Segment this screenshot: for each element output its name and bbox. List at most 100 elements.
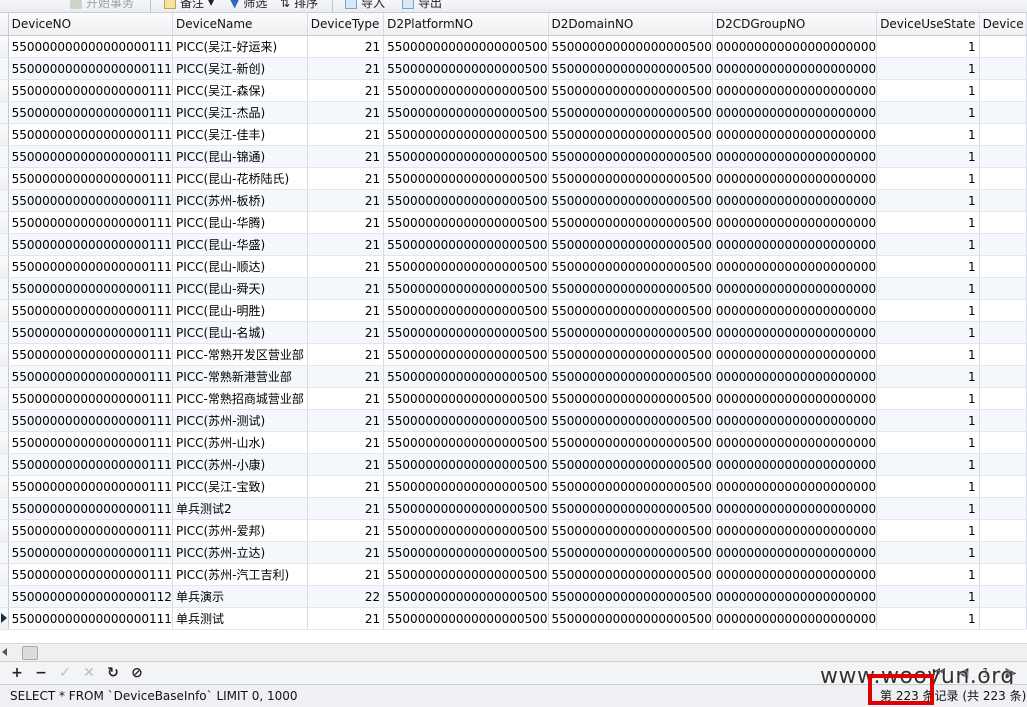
- table-row[interactable]: 550000000000000000111 PICC(昆山-华腾) 21 550000…: [0, 211, 1027, 234]
- table-cell[interactable]: 000000000000000000000: [712, 79, 878, 102]
- table-cell[interactable]: [979, 123, 1027, 146]
- table-row[interactable]: 550000000000000000111 PICC(苏州-测试) 21 550000…: [0, 409, 1027, 432]
- row-header[interactable]: [0, 211, 9, 234]
- data-grid[interactable]: DeviceNO DeviceName DeviceType D2Platfor…: [0, 13, 1027, 643]
- table-row[interactable]: 550000000000000000111 单兵测试2 21 550000000000…: [0, 497, 1027, 520]
- table-cell[interactable]: 550000000000000000500: [383, 321, 549, 344]
- table-cell[interactable]: PICC(吴江-佳丰): [172, 123, 308, 146]
- table-cell[interactable]: 550000000000000000111: [8, 189, 173, 212]
- table-cell[interactable]: 550000000000000000500: [383, 123, 549, 146]
- table-cell[interactable]: 550000000000000000500: [383, 497, 549, 520]
- table-cell[interactable]: 550000000000000000111: [8, 167, 173, 190]
- table-cell[interactable]: 550000000000000000500: [548, 563, 713, 586]
- table-cell[interactable]: PICC(昆山-明胜): [172, 299, 308, 322]
- scroll-left-icon[interactable]: [2, 648, 7, 656]
- table-cell[interactable]: [979, 233, 1027, 256]
- table-cell[interactable]: 550000000000000000500: [548, 607, 713, 630]
- table-cell[interactable]: [979, 519, 1027, 542]
- table-row[interactable]: 550000000000000000111 PICC(吴江-宝致) 21 550000…: [0, 475, 1027, 498]
- table-cell[interactable]: 1: [876, 255, 980, 278]
- table-cell[interactable]: PICC(苏州-山水): [172, 431, 308, 454]
- table-cell[interactable]: PICC(苏州-汽工吉利): [172, 563, 308, 586]
- table-row[interactable]: 550000000000000000111 PICC(吴江-杰品) 21 550000…: [0, 101, 1027, 124]
- table-cell[interactable]: 550000000000000000500: [548, 409, 713, 432]
- column-header[interactable]: DeviceType: [307, 13, 385, 36]
- row-header[interactable]: [0, 299, 9, 322]
- table-cell[interactable]: 1: [876, 409, 980, 432]
- table-cell[interactable]: 550000000000000000500: [383, 211, 549, 234]
- table-cell[interactable]: 550000000000000000500: [383, 343, 549, 366]
- table-cell[interactable]: 550000000000000000111: [8, 475, 173, 498]
- delete-record-button[interactable]: −: [32, 664, 50, 682]
- table-cell[interactable]: 550000000000000000111: [8, 387, 173, 410]
- table-cell[interactable]: 000000000000000000000: [712, 387, 878, 410]
- table-cell[interactable]: 550000000000000000500: [548, 277, 713, 300]
- table-cell[interactable]: 单兵测试2: [172, 497, 308, 520]
- table-cell[interactable]: 550000000000000000500: [548, 299, 713, 322]
- table-cell[interactable]: 000000000000000000000: [712, 453, 878, 476]
- table-cell[interactable]: 21: [307, 497, 385, 520]
- table-cell[interactable]: 550000000000000000111: [8, 101, 173, 124]
- table-cell[interactable]: 550000000000000000500: [383, 409, 549, 432]
- table-cell[interactable]: 1: [876, 35, 980, 58]
- column-header[interactable]: DeviceName: [172, 13, 308, 36]
- row-header[interactable]: [0, 101, 9, 124]
- table-cell[interactable]: 550000000000000000500: [548, 321, 713, 344]
- table-cell[interactable]: 000000000000000000000: [712, 35, 878, 58]
- table-cell[interactable]: 550000000000000000111: [8, 211, 173, 234]
- table-cell[interactable]: [979, 167, 1027, 190]
- table-cell[interactable]: 550000000000000000500: [383, 453, 549, 476]
- table-cell[interactable]: 550000000000000000500: [548, 519, 713, 542]
- table-cell[interactable]: 550000000000000000500: [548, 475, 713, 498]
- table-cell[interactable]: 550000000000000000500: [383, 233, 549, 256]
- column-header[interactable]: DeviceUseState: [876, 13, 980, 36]
- table-cell[interactable]: 22: [307, 585, 385, 608]
- table-row[interactable]: 550000000000000000111 PICC(昆山-顺达) 21 550000…: [0, 255, 1027, 278]
- table-cell[interactable]: 550000000000000000111: [8, 409, 173, 432]
- table-cell[interactable]: 21: [307, 255, 385, 278]
- table-cell[interactable]: 000000000000000000000: [712, 57, 878, 80]
- table-cell[interactable]: [979, 321, 1027, 344]
- row-header[interactable]: [0, 519, 9, 542]
- table-cell[interactable]: PICC(苏州-测试): [172, 409, 308, 432]
- table-cell[interactable]: 000000000000000000000: [712, 585, 878, 608]
- table-cell[interactable]: 550000000000000000500: [383, 563, 549, 586]
- table-cell[interactable]: 21: [307, 365, 385, 388]
- table-cell[interactable]: 550000000000000000500: [383, 35, 549, 58]
- table-cell[interactable]: 21: [307, 277, 385, 300]
- table-cell[interactable]: 550000000000000000500: [548, 189, 713, 212]
- table-cell[interactable]: [979, 343, 1027, 366]
- table-cell[interactable]: 550000000000000000111: [8, 233, 173, 256]
- table-cell[interactable]: 21: [307, 123, 385, 146]
- table-cell[interactable]: 550000000000000000500: [548, 541, 713, 564]
- apply-changes-button[interactable]: ✓: [56, 664, 74, 682]
- table-cell[interactable]: 550000000000000000500: [548, 211, 713, 234]
- table-row[interactable]: 550000000000000000111 PICC(苏州-汽工吉利) 21 5500…: [0, 563, 1027, 586]
- table-cell[interactable]: 000000000000000000000: [712, 409, 878, 432]
- export-button[interactable]: 导出: [402, 0, 442, 12]
- table-cell[interactable]: 000000000000000000000: [712, 233, 878, 256]
- table-cell[interactable]: 550000000000000000500: [383, 167, 549, 190]
- table-cell[interactable]: 550000000000000000111: [8, 607, 173, 630]
- table-cell[interactable]: 1: [876, 343, 980, 366]
- table-cell[interactable]: 1: [876, 475, 980, 498]
- table-cell[interactable]: 550000000000000000500: [383, 57, 549, 80]
- table-cell[interactable]: [979, 101, 1027, 124]
- table-cell[interactable]: 1: [876, 387, 980, 410]
- row-header[interactable]: [0, 35, 9, 58]
- table-cell[interactable]: 550000000000000000500: [383, 145, 549, 168]
- table-cell[interactable]: 550000000000000000111: [8, 431, 173, 454]
- table-cell[interactable]: 550000000000000000500: [383, 189, 549, 212]
- table-cell[interactable]: PICC(昆山-舜天): [172, 277, 308, 300]
- table-cell[interactable]: 21: [307, 519, 385, 542]
- table-cell[interactable]: 21: [307, 189, 385, 212]
- column-header[interactable]: DeviceNO: [8, 13, 173, 36]
- table-cell[interactable]: 550000000000000000500: [548, 101, 713, 124]
- table-cell[interactable]: 550000000000000000500: [383, 475, 549, 498]
- table-cell[interactable]: 000000000000000000000: [712, 541, 878, 564]
- table-cell[interactable]: PICC(吴江-杰品): [172, 101, 308, 124]
- table-cell[interactable]: 1: [876, 211, 980, 234]
- table-cell[interactable]: 1: [876, 563, 980, 586]
- table-cell[interactable]: PICC(苏州-板桥): [172, 189, 308, 212]
- scrollbar-thumb[interactable]: [22, 646, 38, 660]
